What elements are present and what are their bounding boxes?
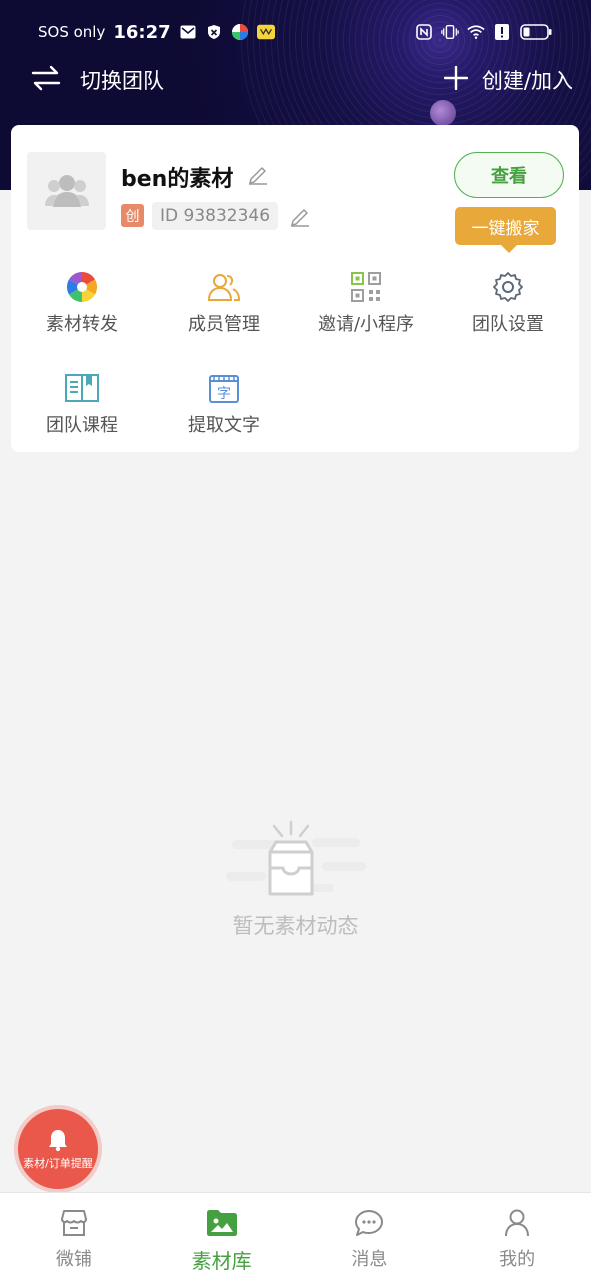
function-label: 提取文字 xyxy=(188,415,260,436)
user-icon xyxy=(504,1209,530,1241)
top-bar: 切换团队 创建/加入 xyxy=(0,58,591,102)
edit-name-icon[interactable] xyxy=(247,163,269,189)
tab-mine[interactable]: 我的 xyxy=(443,1193,591,1280)
create-join-label: 创建/加入 xyxy=(481,69,573,93)
tab-label: 我的 xyxy=(499,1249,536,1270)
edit-id-icon[interactable] xyxy=(289,205,311,231)
group-avatar-icon xyxy=(44,175,89,207)
tab-label: 消息 xyxy=(351,1249,388,1270)
material-order-reminder-button[interactable]: 素材/订单提醒 xyxy=(14,1105,102,1193)
reminder-button-body: 素材/订单提醒 xyxy=(18,1109,98,1189)
extract-text-icon: 字 xyxy=(209,371,239,405)
tab-label: 微铺 xyxy=(55,1249,92,1270)
plus-icon xyxy=(443,65,469,95)
function-team-settings[interactable]: 团队设置 xyxy=(443,270,573,336)
one-click-move-button[interactable]: 一键搬家 xyxy=(455,207,556,253)
status-bar: SOS only 16:27 xyxy=(0,0,591,64)
gear-icon xyxy=(492,270,524,304)
tab-material-library[interactable]: 素材库 xyxy=(148,1193,296,1280)
creator-badge: 创 xyxy=(121,204,144,227)
qrcode-icon xyxy=(351,270,381,304)
extract-text-char: 字 xyxy=(217,386,231,402)
view-button[interactable]: 查看 xyxy=(454,152,564,198)
team-card: ben的素材 创 ID 93832346 查看 一键搬家 素材转发 成员管理 邀… xyxy=(11,125,579,452)
wifi-icon xyxy=(467,23,485,41)
team-id: ID 93832346 xyxy=(152,202,279,230)
bell-icon xyxy=(46,1128,70,1156)
reminder-label: 素材/订单提醒 xyxy=(23,1156,93,1170)
shield-icon xyxy=(205,23,223,41)
shop-icon xyxy=(59,1209,89,1241)
team-avatar[interactable] xyxy=(27,152,106,230)
image-folder-icon xyxy=(206,1209,238,1241)
mail-icon xyxy=(179,23,197,41)
switch-team-button[interactable]: 切换团队 xyxy=(30,65,164,96)
empty-inbox-icon xyxy=(225,820,366,904)
app-icon xyxy=(231,23,249,41)
header-orb xyxy=(430,100,456,126)
function-label: 素材转发 xyxy=(46,314,118,335)
team-name: ben的素材 xyxy=(121,167,234,192)
alert-icon xyxy=(493,23,511,41)
clock: 16:27 xyxy=(113,21,171,43)
function-team-course[interactable]: 团队课程 xyxy=(17,371,147,437)
empty-state-text: 暂无素材动态 xyxy=(232,914,359,938)
create-join-button[interactable]: 创建/加入 xyxy=(443,65,573,95)
battery-icon xyxy=(519,23,553,41)
switch-team-label: 切换团队 xyxy=(80,69,164,93)
chat-icon xyxy=(354,1209,384,1241)
bottom-tab-bar: 微铺 素材库 消息 我的 xyxy=(0,1192,591,1280)
vibrate-icon xyxy=(441,23,459,41)
swap-arrows-icon xyxy=(30,65,62,96)
book-icon xyxy=(65,371,99,405)
tab-label: 素材库 xyxy=(191,1249,252,1273)
function-extract-text[interactable]: 字 提取文字 xyxy=(159,371,289,437)
members-icon xyxy=(207,270,241,304)
function-label: 团队设置 xyxy=(472,314,544,335)
function-label: 邀请/小程序 xyxy=(317,314,415,335)
nfc-icon xyxy=(415,23,433,41)
sos-indicator: SOS only xyxy=(38,23,106,41)
function-label: 成员管理 xyxy=(188,314,260,335)
empty-state: 暂无素材动态 xyxy=(0,820,591,940)
tab-micro-shop[interactable]: 微铺 xyxy=(0,1193,148,1280)
function-member-management[interactable]: 成员管理 xyxy=(159,270,289,336)
tab-messages[interactable]: 消息 xyxy=(296,1193,444,1280)
function-invite-miniprogram[interactable]: 邀请/小程序 xyxy=(301,270,431,336)
function-label: 团队课程 xyxy=(46,415,118,436)
aperture-icon xyxy=(66,270,98,304)
app-icon xyxy=(256,23,275,41)
function-material-forward[interactable]: 素材转发 xyxy=(17,270,147,336)
